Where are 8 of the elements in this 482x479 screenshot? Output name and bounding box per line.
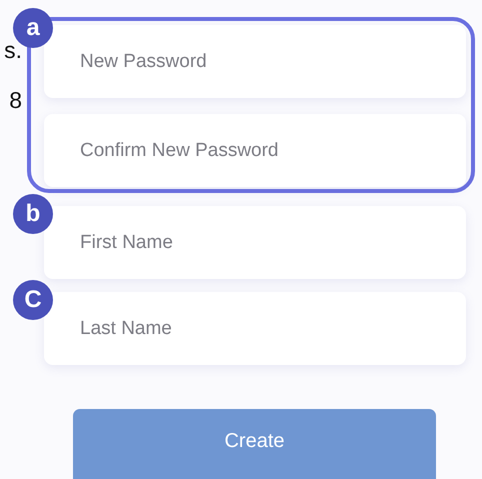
callout-badge: C [13,280,53,320]
callout-badge: a [13,8,53,48]
input-field[interactable]: Last Name [44,292,466,365]
input-field[interactable]: Confirm New Password [44,114,466,187]
cut-off-text: 8 [9,86,23,114]
callout-badge: b [13,194,53,234]
input-field[interactable]: First Name [44,206,466,279]
input-field[interactable]: New Password [44,25,466,98]
